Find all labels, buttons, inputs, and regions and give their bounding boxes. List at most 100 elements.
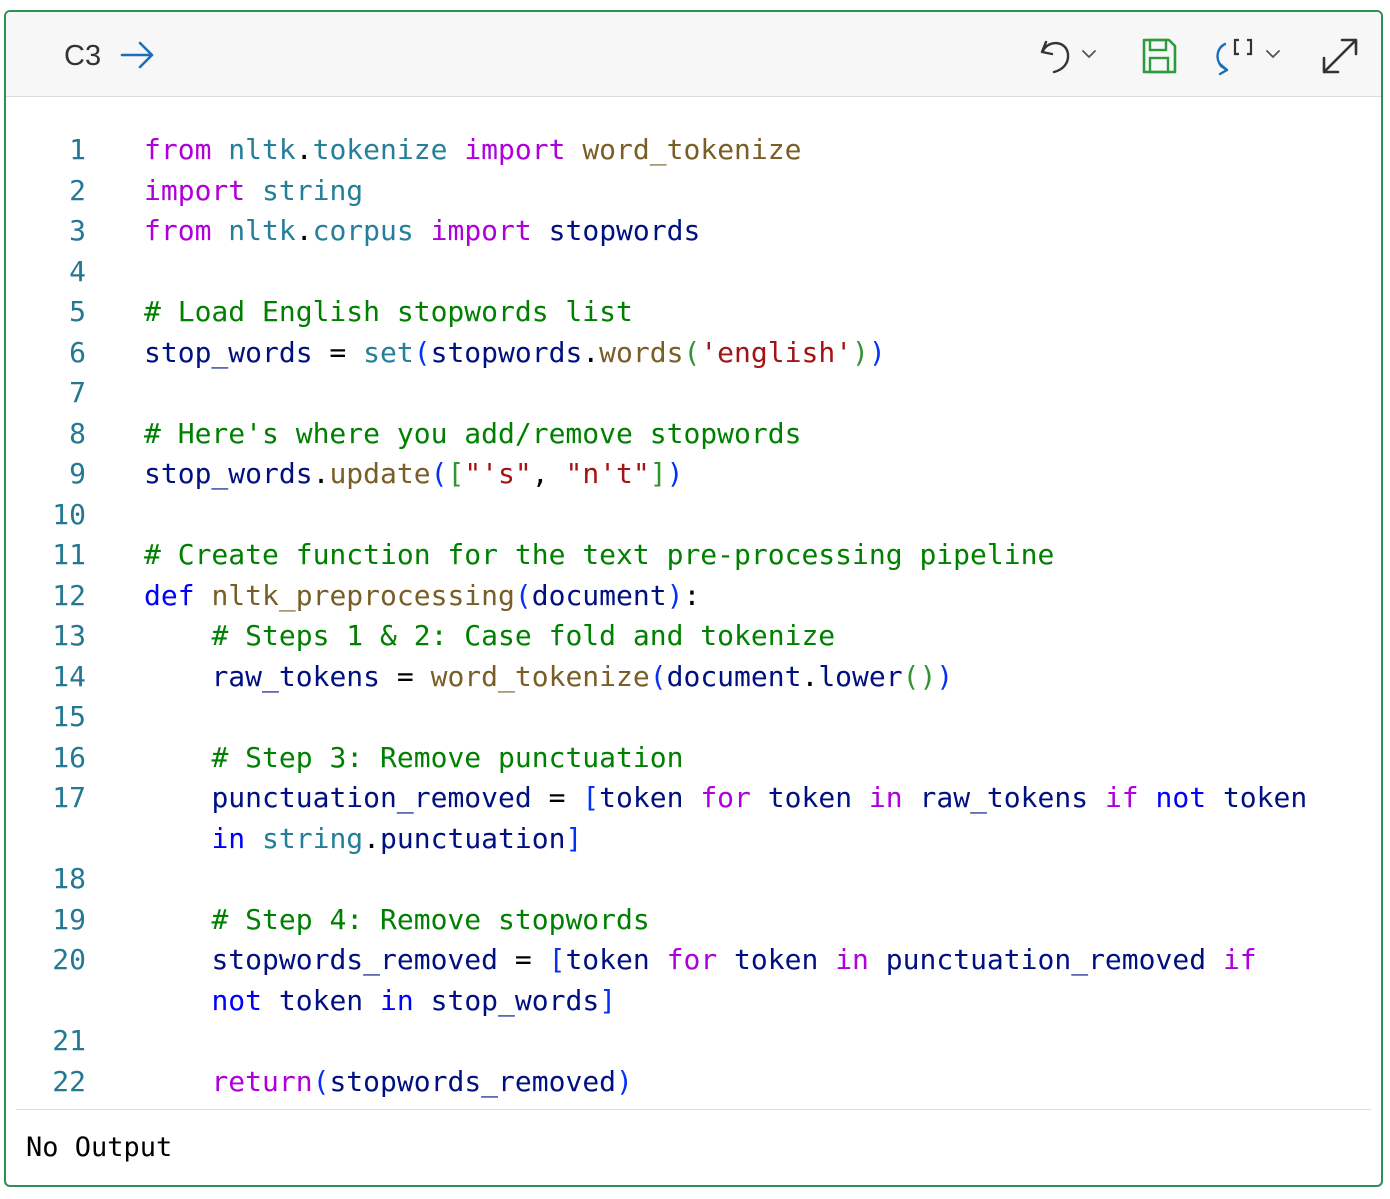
code-token: return [211, 1064, 313, 1098]
code-token: import [144, 173, 246, 207]
code-line[interactable]: 16 # Step 3: Remove punctuation [6, 732, 1381, 774]
code-token: ) [868, 335, 886, 369]
code-line[interactable]: 18 [6, 853, 1381, 895]
code-token: = [380, 659, 431, 693]
refresh-brackets-button[interactable] [1211, 34, 1285, 78]
code-editor[interactable]: 1 from nltk.tokenize import word_tokenize… [6, 124, 1381, 1104]
code-token: word_tokenize [582, 133, 802, 166]
code-line[interactable]: 21 [6, 1015, 1381, 1057]
code-token: . [295, 133, 313, 166]
code-token: string [262, 821, 364, 855]
code-token: . [801, 659, 819, 693]
code-token: document [666, 659, 802, 693]
code-token: from [144, 214, 212, 247]
code-line[interactable]: 13 # Steps 1 & 2: Case fold and tokenize [6, 610, 1381, 652]
code-token: import [430, 214, 532, 247]
code-token: # Here's where you add/remove stopwords [144, 416, 802, 450]
code-token: "n't" [565, 457, 650, 490]
code-token: def [144, 578, 195, 612]
notebook-cell[interactable]: C3 1 from nltk.tokenize import word_toke… [4, 10, 1383, 1187]
code-token: = [531, 781, 583, 814]
code-token: # Load English stopwords list [144, 295, 633, 328]
code-line[interactable]: 2 import string [6, 165, 1381, 207]
code-token: raw_tokens [211, 659, 381, 693]
code-token: word_tokenize [430, 659, 650, 693]
cell-header: C3 [6, 12, 1381, 97]
code-line[interactable]: 10 [6, 489, 1381, 531]
code-line[interactable]: 22 return(stopwords_removed) [6, 1056, 1381, 1098]
code-line[interactable]: 20 stopwords_removed = [token for token … [6, 934, 1381, 976]
code-line[interactable]: 14 raw_tokens = word_tokenize(document.l… [6, 651, 1381, 693]
code-token: token [278, 983, 364, 1017]
code-token: token [599, 781, 684, 814]
code-token: 'english' [700, 335, 853, 369]
code-token: punctuation_removed [211, 781, 532, 814]
code-token: . [312, 457, 330, 490]
code-token: # Step 4: Remove stopwords [211, 902, 650, 936]
code-token: ) [666, 457, 684, 490]
code-token: "'s" [464, 457, 532, 490]
code-line[interactable]: 7 [6, 367, 1381, 409]
save-button[interactable] [1139, 34, 1179, 78]
code-token: raw_tokens [919, 781, 1089, 814]
code-token: ) [666, 578, 684, 612]
undo-icon [1040, 40, 1096, 74]
code-line[interactable]: not token in stop_words] [6, 975, 1381, 1017]
code-token: stopwords [548, 214, 701, 247]
code-token: stopwords_removed [211, 943, 499, 976]
code-line[interactable]: 4 [6, 246, 1381, 288]
code-line[interactable]: 12 def nltk_preprocessing(document): [6, 570, 1381, 612]
code-token: ( [683, 335, 701, 369]
code-line[interactable]: 17 punctuation_removed = [token for toke… [6, 772, 1381, 814]
code-token: [ [582, 781, 600, 814]
code-token: corpus [312, 214, 414, 247]
chevron-down-icon [1266, 50, 1280, 58]
code-line[interactable]: in string.punctuation] [6, 813, 1381, 855]
code-token: document [531, 578, 667, 612]
code-line[interactable]: 6 stop_words = set(stopwords.words('engli… [6, 327, 1381, 369]
cell-id-label: C3 [64, 40, 102, 72]
run-arrow-icon[interactable] [118, 38, 158, 72]
code-line[interactable]: 11 # Create function for the text pre-pro… [6, 529, 1381, 571]
code-line[interactable]: 1 from nltk.tokenize import word_tokenize [6, 124, 1381, 166]
expand-button[interactable] [1318, 34, 1362, 78]
code-line[interactable]: 19 # Step 4: Remove stopwords [6, 894, 1381, 936]
code-token: . [582, 335, 600, 369]
code-line[interactable]: 3 from nltk.corpus import stopwords [6, 205, 1381, 247]
code-text: return(stopwords_removed) [144, 1062, 633, 1102]
code-line[interactable]: 5 # Load English stopwords list [6, 286, 1381, 328]
code-token: update [329, 457, 431, 490]
code-token: for [700, 781, 751, 814]
code-token: for [666, 943, 718, 976]
code-token: [ [548, 943, 566, 976]
code-line[interactable]: 8 # Here's where you add/remove stopwords [6, 408, 1381, 450]
code-line[interactable]: 9 stop_words.update(["'s", "n't"]) [6, 448, 1381, 490]
code-token: not [211, 983, 263, 1017]
code-token: in [380, 983, 414, 1017]
code-token: in [835, 943, 869, 976]
output-divider [16, 1109, 1371, 1110]
code-line[interactable]: 15 [6, 691, 1381, 733]
chevron-down-icon [1082, 50, 1096, 58]
code-token: ) [616, 1064, 633, 1098]
undo-button[interactable] [1036, 34, 1104, 78]
code-token: ( [514, 578, 532, 612]
code-token: . [363, 821, 381, 855]
code-token: ) [936, 659, 954, 693]
code-token: words [599, 335, 684, 369]
code-token: () [902, 659, 937, 693]
code-token: # Create function for the text pre-proce… [144, 538, 1055, 571]
